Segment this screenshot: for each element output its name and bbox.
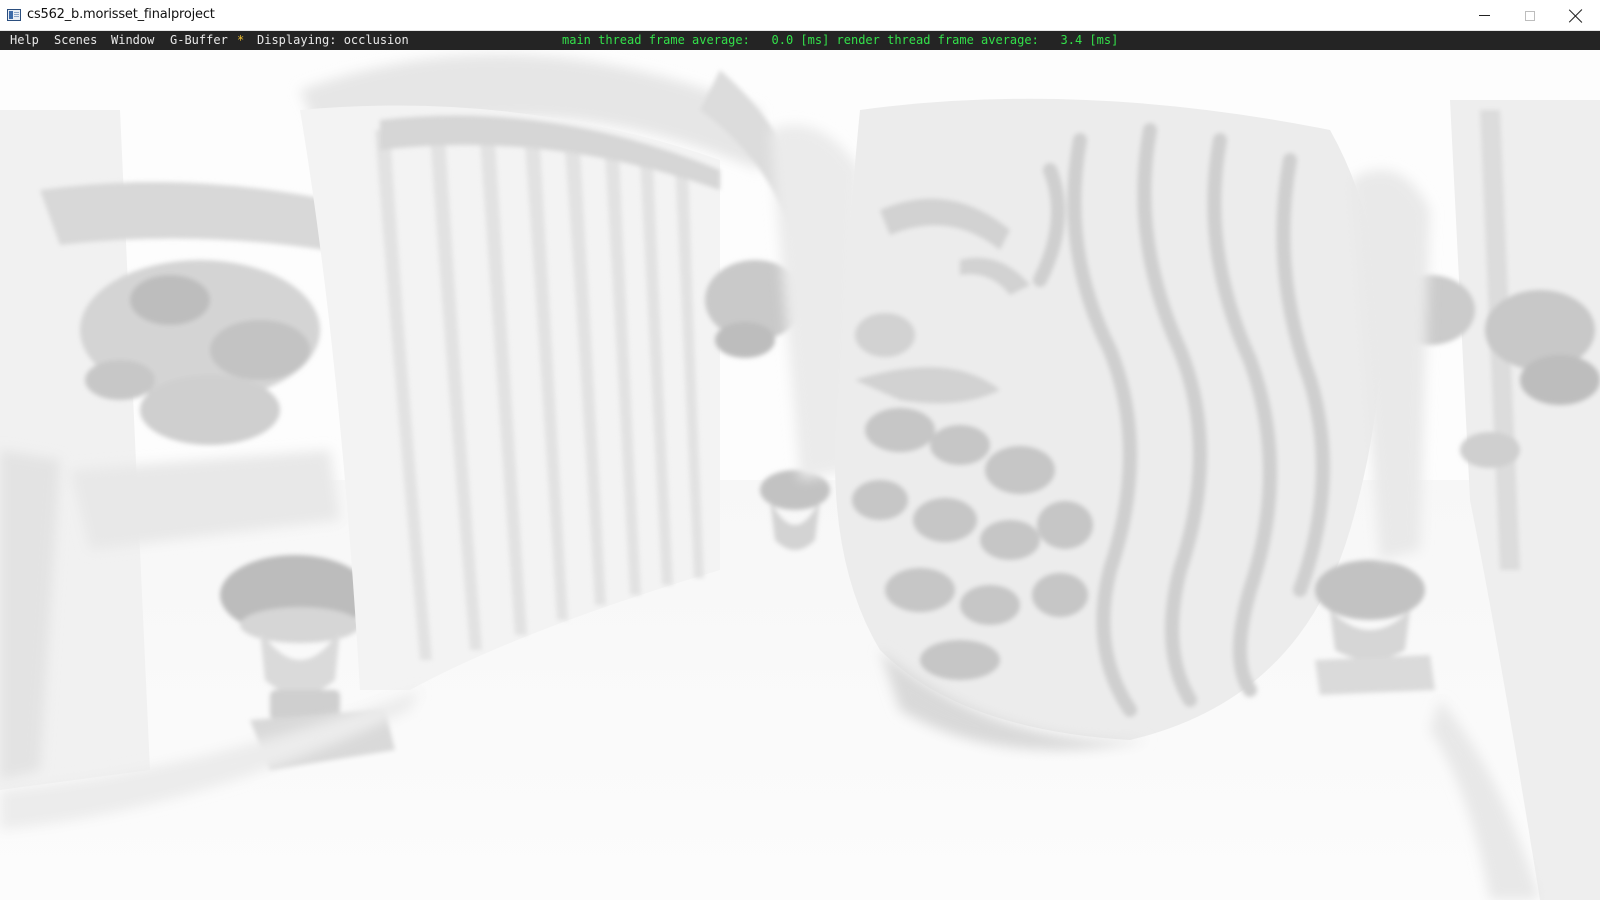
menu-window[interactable]: Window <box>111 33 154 48</box>
maximize-icon <box>1525 10 1535 21</box>
display-status: Displaying: occlusion <box>257 33 409 47</box>
menu-bar: Help Scenes Window G-Buffer * Displaying… <box>0 31 1600 50</box>
status-marker: * <box>237 33 245 47</box>
maximize-button[interactable] <box>1507 0 1553 31</box>
title-bar: cs562_b.morisset_finalproject <box>0 0 1600 31</box>
menu-help[interactable]: Help <box>10 33 39 48</box>
close-icon <box>1569 9 1583 23</box>
menu-g-buffer[interactable]: G-Buffer <box>170 33 228 48</box>
occlusion-render <box>0 54 1600 900</box>
app-window: cs562_b.morisset_finalproject Help Scene… <box>0 0 1600 900</box>
minimize-button[interactable] <box>1461 0 1507 31</box>
menu-scenes[interactable]: Scenes <box>54 33 97 48</box>
close-button[interactable] <box>1553 0 1599 31</box>
render-viewport[interactable] <box>0 50 1600 900</box>
minimize-icon <box>1478 15 1490 16</box>
window-title: cs562_b.morisset_finalproject <box>27 7 215 22</box>
frame-timing-readout: main thread frame average: 0.0 [ms] rend… <box>562 33 1119 47</box>
app-window-icon <box>7 9 21 21</box>
